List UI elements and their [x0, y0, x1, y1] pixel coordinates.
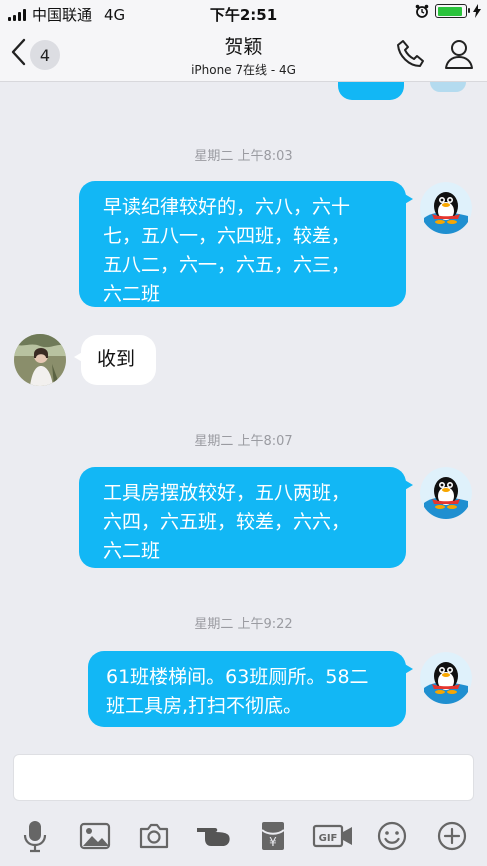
message-line: 五八二，六一，六五，六三， [103, 254, 351, 276]
status-bar: 中国联通 4G 下午2:51 [0, 0, 487, 26]
alarm-icon [415, 4, 429, 18]
battery-icon [435, 4, 470, 18]
message-line: 七，五八一，六四班，较差， [103, 225, 351, 247]
phone-icon[interactable] [395, 38, 427, 70]
penguin-avatar-icon [420, 467, 472, 519]
chat-header: 4 贺颖 iPhone 7在线 - 4G [0, 26, 487, 82]
gif-icon[interactable]: GIF [311, 816, 355, 856]
message-line: 六四，六五班，较差，六六， [103, 511, 351, 533]
contact-avatar[interactable] [14, 334, 66, 386]
previous-message-bubble[interactable] [338, 82, 404, 100]
red-packet-icon[interactable]: ¥ [253, 816, 293, 856]
previous-avatar [430, 82, 466, 92]
image-icon[interactable] [75, 816, 115, 856]
message-line: 收到 [97, 348, 136, 370]
message-input[interactable] [13, 754, 474, 801]
charging-icon [473, 4, 481, 18]
penguin-avatar-icon [420, 652, 472, 704]
poke-icon[interactable] [194, 816, 234, 856]
camera-icon[interactable] [134, 816, 174, 856]
message-bubble-sent[interactable]: 61班楼梯间。63班厕所。58二 班工具房,打扫不彻底。 [88, 651, 413, 727]
timestamp: 星期二 上午8:03 [194, 149, 293, 164]
penguin-avatar-icon [420, 182, 472, 234]
profile-icon[interactable] [443, 38, 475, 70]
timestamp: 星期二 上午9:22 [194, 617, 293, 632]
message-bubble-received[interactable]: 收到 [74, 335, 156, 385]
message-line: 班工具房,打扫不彻底。 [106, 695, 303, 717]
svg-text:¥: ¥ [269, 835, 277, 849]
timestamp: 星期二 上午8:07 [194, 434, 293, 449]
message-bubble-sent[interactable]: 早读纪律较好的，六八，六十 七，五八一，六四班，较差， 五八二，六一，六五，六三… [79, 181, 413, 307]
message-line: 61班楼梯间。63班厕所。58二 [106, 666, 369, 688]
plus-icon[interactable] [432, 816, 472, 856]
my-avatar[interactable] [420, 467, 472, 519]
message-line: 早读纪律较好的，六八，六十 [103, 196, 351, 218]
contact-photo [14, 334, 66, 386]
microphone-icon[interactable] [15, 816, 55, 856]
my-avatar[interactable] [420, 182, 472, 234]
my-avatar[interactable] [420, 652, 472, 704]
message-line: 六二班 [103, 540, 161, 562]
message-line: 六二班 [103, 283, 161, 305]
message-line: 工具房摆放较好，五八两班， [103, 482, 351, 504]
composer-toolbar: ¥ GIF [0, 810, 487, 866]
clock: 下午2:51 [209, 6, 278, 24]
svg-text:GIF: GIF [319, 833, 338, 844]
emoji-icon[interactable] [372, 816, 412, 856]
message-bubble-sent[interactable]: 工具房摆放较好，五八两班， 六四，六五班，较差，六六， 六二班 [79, 467, 413, 568]
